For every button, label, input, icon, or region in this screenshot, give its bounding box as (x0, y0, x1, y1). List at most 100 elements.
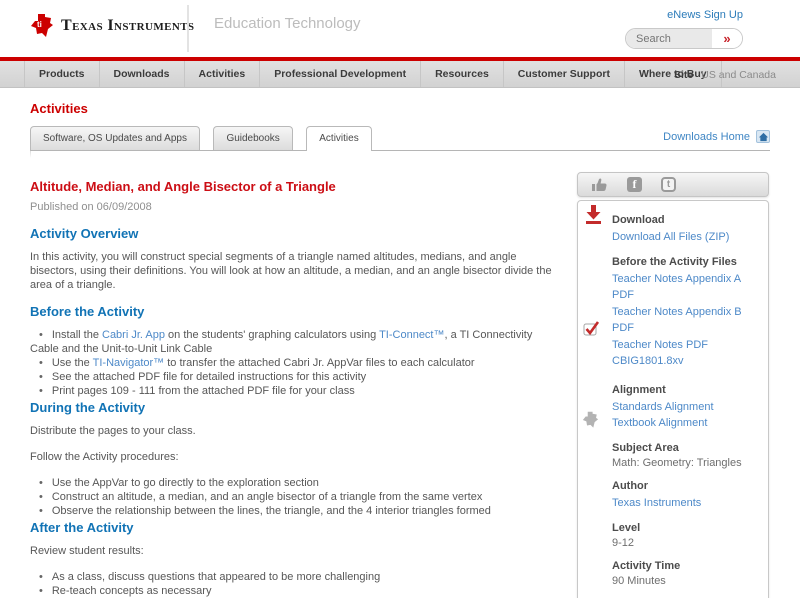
list-item-text: Observe the relationship between the lin… (51, 505, 491, 517)
twitter-icon[interactable]: t (661, 177, 676, 192)
bullet-icon: • (39, 385, 43, 397)
tab-software-os-updates[interactable]: Software, OS Updates and Apps (30, 126, 200, 150)
article: Altitude, Median, and Angle Bisector of … (30, 180, 558, 598)
alignment-group: Alignment Standards Alignment Textbook A… (612, 383, 760, 432)
bullet-icon: • (39, 505, 43, 517)
list-item-text: See the attached PDF file for detailed i… (51, 371, 367, 383)
nav-item-products[interactable]: Products (24, 61, 100, 87)
during-activity-list: • Use the AppVar to go directly to the ex… (30, 476, 558, 518)
page-title: Activities (30, 101, 88, 116)
main-nav: Products Downloads Activities Profession… (0, 61, 800, 88)
published-date: Published on 06/09/2008 (30, 201, 152, 213)
search-submit-button[interactable]: » (712, 29, 742, 48)
gray-ti-bug-icon (582, 411, 599, 432)
after-activity-list: • As a class, discuss questions that appe… (30, 570, 558, 598)
activity-time-value: 90 Minutes (612, 575, 666, 587)
author-group: Author Texas Instruments (612, 479, 760, 512)
download-group: Download Download All Files (ZIP) (612, 213, 760, 246)
list-item-text: Re-teach concepts as necessary (51, 585, 212, 597)
nav-item-customer-support[interactable]: Customer Support (504, 61, 625, 87)
level-group: Level 9-12 (612, 521, 760, 551)
teacher-notes-pdf-link[interactable]: Teacher Notes PDF (612, 337, 760, 354)
activity-time-group: Activity Time 90 Minutes (612, 559, 760, 589)
division-title: Education Technology (214, 15, 361, 32)
site-header: ti Texas Instruments Education Technolog… (0, 0, 800, 57)
tab-guidebooks[interactable]: Guidebooks (213, 126, 293, 150)
bullet-icon: • (39, 329, 43, 341)
list-item: • Install the Cabri Jr. App on the studen… (30, 328, 558, 356)
site-value: US and Canada (701, 68, 776, 81)
brand-wordmark: Texas Instruments (61, 17, 195, 34)
page: ti Texas Instruments Education Technolog… (0, 0, 800, 598)
before-files-label: Before the Activity Files (612, 255, 737, 268)
textbook-alignment-link[interactable]: Textbook Alignment (612, 415, 760, 432)
alignment-label: Alignment (612, 383, 666, 396)
overview-body: In this activity, you will construct spe… (30, 251, 552, 291)
cabri-jr-app-link[interactable]: Cabri Jr. App (102, 329, 165, 341)
ti-logo[interactable]: ti Texas Instruments (30, 13, 194, 39)
site-selector[interactable]: Site US and Canada (674, 61, 776, 88)
bullet-icon: • (39, 477, 43, 489)
thumbs-up-icon[interactable] (591, 177, 608, 192)
list-item: • Construct an altitude, a median, and an… (30, 490, 558, 504)
nav-item-activities[interactable]: Activities (185, 61, 261, 87)
before-activity-list: • Install the Cabri Jr. App on the studen… (30, 328, 558, 398)
list-item-text: on the students' graphing calculators us… (164, 329, 380, 341)
download-icon (585, 205, 602, 227)
during-paragraph: Distribute the pages to your class. (30, 425, 196, 437)
tab-bar: Software, OS Updates and Apps Guidebooks… (30, 126, 770, 151)
ti-connect-link[interactable]: TI-Connect™ (379, 329, 444, 341)
search-input[interactable] (626, 29, 712, 48)
download-all-files-link[interactable]: Download All Files (ZIP) (612, 229, 760, 246)
activity-time-label: Activity Time (612, 560, 681, 572)
tab-panel-border-stub (30, 144, 31, 158)
list-item-text: As a class, discuss questions that appea… (51, 571, 381, 583)
overview-heading: Activity Overview (30, 226, 139, 241)
bullet-icon: • (39, 585, 43, 597)
header-divider (187, 5, 189, 52)
alignment-checkbox-icon (583, 321, 601, 340)
standards-alignment-link[interactable]: Standards Alignment (612, 399, 760, 416)
cbig-file-link[interactable]: CBIG1801.8xv (612, 353, 760, 370)
nav-item-resources[interactable]: Resources (421, 61, 504, 87)
tab-activities[interactable]: Activities (306, 126, 372, 151)
ti-navigator-link[interactable]: TI-Navigator™ (93, 357, 165, 369)
list-item: • See the attached PDF file for detailed … (30, 370, 558, 384)
after-activity-heading: After the Activity (30, 520, 134, 535)
nav-item-downloads[interactable]: Downloads (100, 61, 185, 87)
before-activity-files-group: Before the Activity Files Teacher Notes … (612, 255, 760, 370)
activity-info-panel: Download Download All Files (ZIP) Before… (577, 200, 769, 598)
list-item-text: Install the (51, 329, 102, 341)
downloads-home-link[interactable]: Downloads Home (663, 130, 770, 143)
subject-area-label: Subject Area (612, 441, 679, 454)
download-label: Download (612, 214, 665, 226)
author-label: Author (612, 480, 649, 492)
list-item-text: Construct an altitude, a median, and an … (51, 491, 483, 503)
svg-text:ti: ti (37, 20, 42, 29)
downloads-home-label: Downloads Home (663, 130, 750, 143)
bullet-icon: • (39, 371, 43, 383)
author-link[interactable]: Texas Instruments (612, 495, 760, 512)
list-item: • Use the TI-Navigator™ to transfer the a… (30, 356, 558, 370)
list-item: • Observe the relationship between the li… (30, 504, 558, 518)
teacher-notes-appendix-b-link[interactable]: Teacher Notes Appendix B PDF (612, 304, 760, 337)
level-value: 9-12 (612, 536, 635, 549)
facebook-icon[interactable]: f (627, 177, 642, 192)
list-item-text: Use the AppVar to go directly to the exp… (51, 477, 319, 489)
subject-area-value: Math: Geometry: Triangles (612, 456, 742, 469)
during-activity-heading: During the Activity (30, 400, 146, 415)
ti-logo-icon: ti (31, 14, 53, 37)
social-share-bar: f t (577, 172, 769, 197)
list-item-text: Use the (51, 357, 93, 369)
teacher-notes-appendix-a-link[interactable]: Teacher Notes Appendix A PDF (612, 271, 760, 304)
list-item: • As a class, discuss questions that appe… (30, 570, 558, 584)
subject-area-group: Subject Area Math: Geometry: Triangles (612, 441, 760, 471)
search-box: » (625, 28, 743, 49)
list-item-text: to transfer the attached Cabri Jr. AppVa… (164, 357, 475, 369)
nav-item-professional-development[interactable]: Professional Development (260, 61, 422, 87)
list-item: • Re-teach concepts as necessary (30, 584, 558, 598)
bullet-icon: • (39, 571, 43, 583)
enews-signup-link[interactable]: eNews Sign Up (667, 9, 743, 21)
list-item-text: Print pages 109 - 111 from the attached … (51, 385, 355, 397)
bullet-icon: • (39, 357, 43, 369)
